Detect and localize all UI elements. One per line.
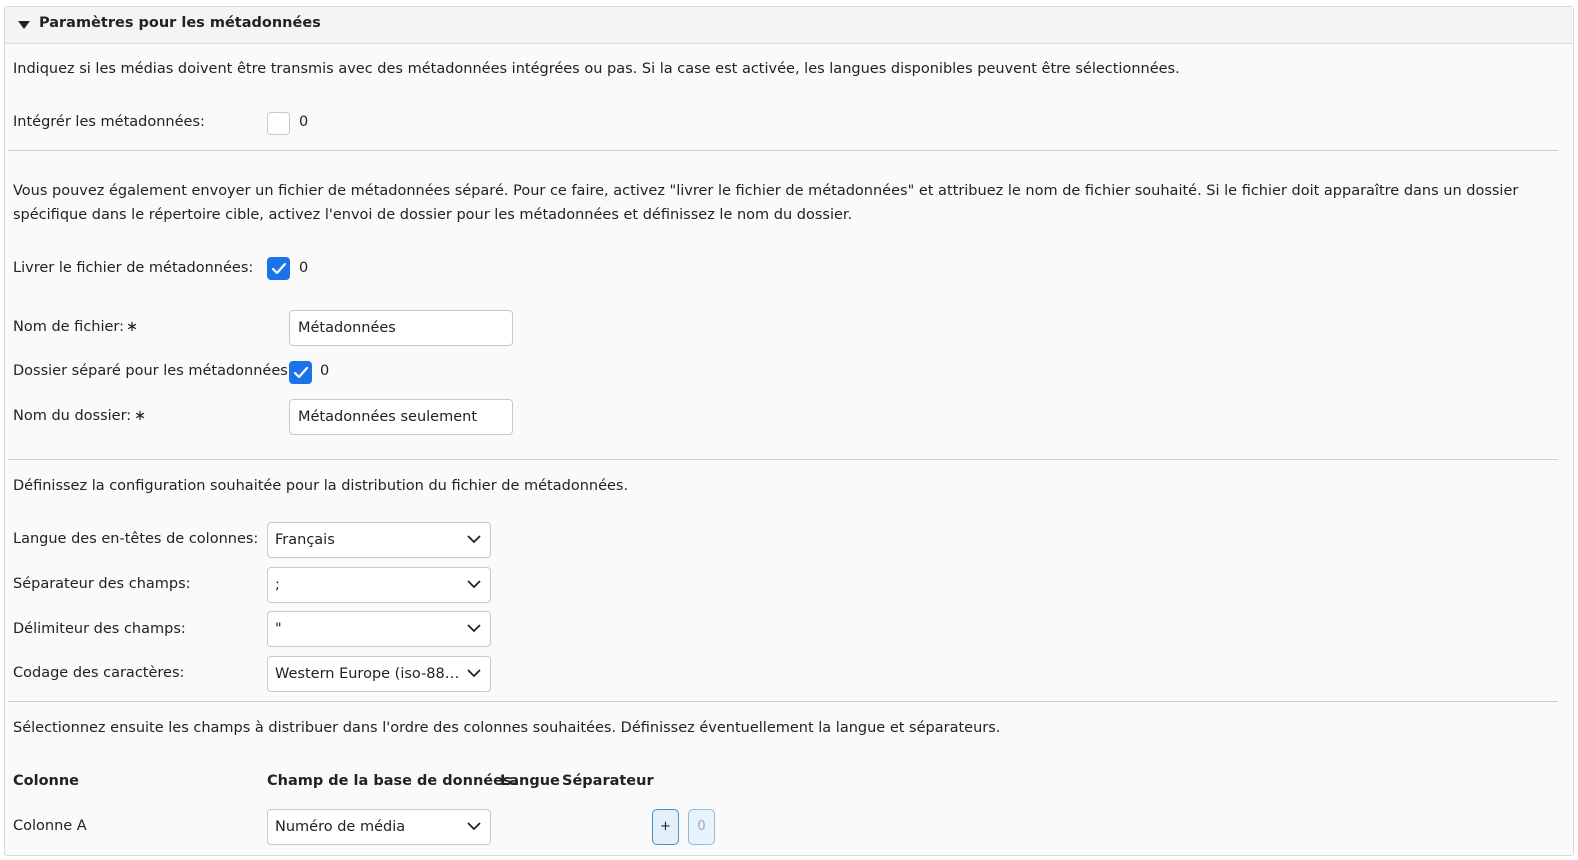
add-column-button[interactable]: + [652, 809, 679, 845]
separate-folder-label: Dossier séparé pour les métadonnées: [13, 363, 293, 379]
db-field-header: Champ de la base de données. [267, 773, 518, 789]
chevron-down-icon [467, 669, 481, 678]
deliver-file-value: 0 [299, 260, 309, 276]
db-field-value: Numéro de média [275, 819, 406, 835]
checkmark-icon [271, 262, 287, 275]
embed-description: Indiquez si les médias doivent être tran… [13, 61, 1180, 77]
field-delimiter-value: " [275, 621, 282, 637]
language-header: Langue [500, 773, 560, 789]
field-separator-label: Séparateur des champs: [13, 576, 191, 592]
distribution-description: Définissez la configuration souhaitée po… [13, 478, 629, 494]
field-delimiter-label: Délimiteur des champs: [13, 621, 186, 637]
encoding-value: Western Europe (iso-885... [275, 666, 468, 682]
embed-label: Intégrér les métadonnées: [13, 114, 205, 130]
chevron-down-icon [467, 624, 481, 633]
separator-header: Séparateur [562, 773, 654, 789]
caret-down-icon[interactable] [18, 21, 30, 29]
db-field-select[interactable]: Numéro de média [267, 809, 491, 845]
filename-label: Nom de fichier: [13, 319, 125, 335]
divider [8, 459, 1558, 460]
deliver-file-checkbox[interactable] [267, 257, 290, 280]
field-separator-value: ; [275, 577, 280, 593]
encoding-select[interactable]: Western Europe (iso-885... [267, 656, 491, 692]
folder-name-label: Nom du dossier: [13, 408, 132, 424]
column-language-select[interactable]: Français [267, 522, 491, 558]
columns-description: Sélectionnez ensuite les champs à distri… [13, 720, 1001, 736]
divider [8, 701, 1558, 702]
separate-folder-checkbox[interactable] [289, 361, 312, 384]
chevron-down-icon [467, 822, 481, 831]
column-a-label: Colonne A [13, 818, 87, 834]
field-delimiter-select[interactable]: " [267, 611, 491, 647]
panel-title: Paramètres pour les métadonnées [39, 15, 321, 31]
checkmark-icon [293, 366, 309, 379]
required-marker: ∗ [126, 319, 139, 335]
separate-file-description: Vous pouvez également envoyer un fichier… [13, 183, 1519, 223]
column-count-button[interactable]: 0 [688, 809, 715, 845]
column-language-value: Français [275, 532, 335, 548]
divider [8, 150, 1558, 151]
panel-header[interactable]: Paramètres pour les métadonnées [5, 7, 1573, 44]
deliver-file-label: Livrer le fichier de métadonnées: [13, 260, 254, 276]
chevron-down-icon [467, 535, 481, 544]
required-marker: ∗ [134, 408, 147, 424]
filename-input[interactable]: Métadonnées [289, 310, 513, 346]
embed-checkbox[interactable] [267, 112, 290, 135]
field-separator-select[interactable]: ; [267, 567, 491, 603]
embed-value: 0 [299, 114, 309, 130]
encoding-label: Codage des caractères: [13, 665, 185, 681]
separate-folder-value: 0 [320, 363, 330, 379]
folder-name-input[interactable]: Métadonnées seulement [289, 399, 513, 435]
chevron-down-icon [467, 580, 481, 589]
column-language-label: Langue des en-têtes de colonnes: [13, 531, 259, 547]
column-header: Colonne [13, 773, 80, 789]
